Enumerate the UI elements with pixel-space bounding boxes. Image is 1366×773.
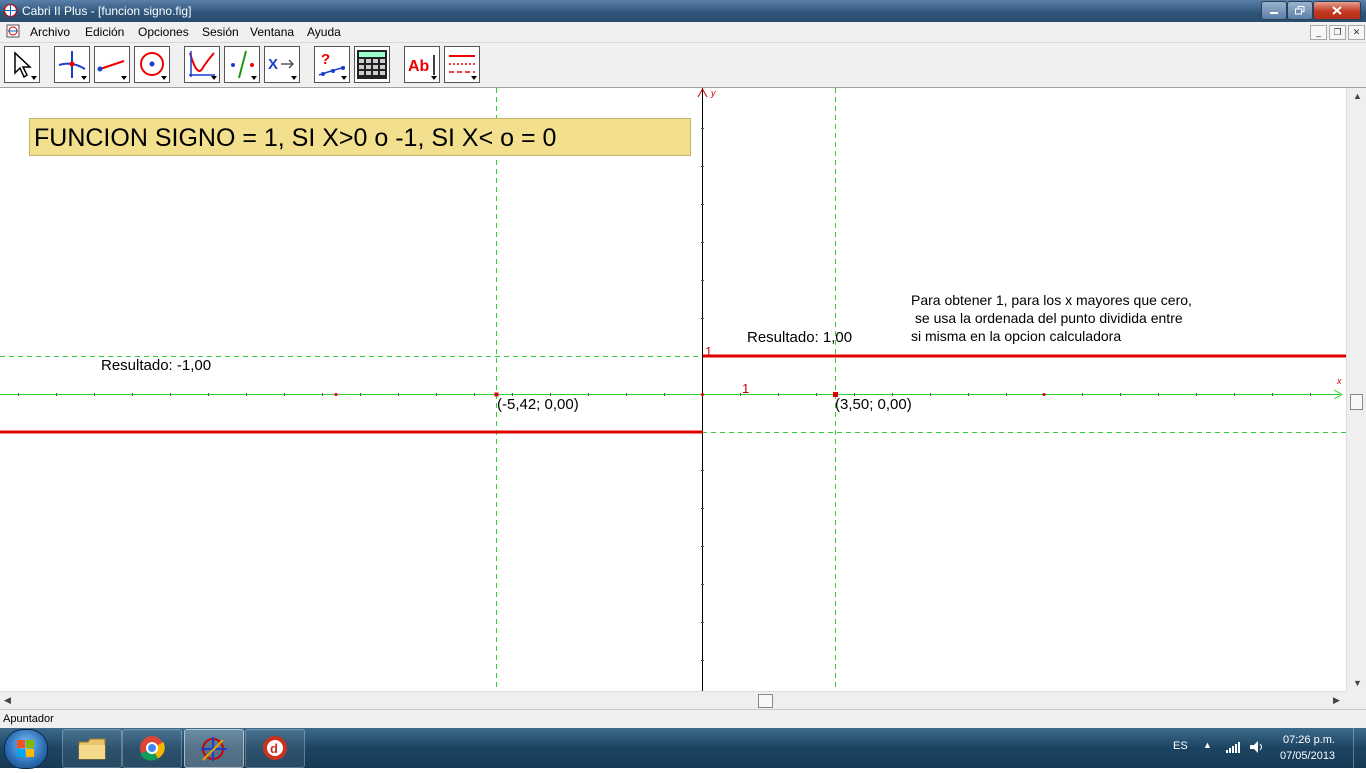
- axis-point-marker[interactable]: [1042, 393, 1046, 396]
- dropdown-icon: [431, 76, 437, 80]
- dreamweaver-icon: d: [263, 736, 287, 760]
- svg-text:Ab: Ab: [408, 58, 430, 75]
- menu-sesion[interactable]: Sesión: [202, 25, 239, 39]
- menu-opciones[interactable]: Opciones: [138, 25, 189, 39]
- attributes-tool[interactable]: [444, 46, 480, 83]
- y-unit-label: 1: [705, 344, 713, 359]
- scroll-up-icon[interactable]: ▲: [1353, 91, 1362, 101]
- status-bar: Apuntador: [0, 709, 1366, 728]
- close-icon: ✕: [1352, 27, 1361, 37]
- point-left-coordinates[interactable]: (-5,42; 0,00): [497, 396, 579, 413]
- note-line: si misma en la opcion calculadora: [911, 328, 1122, 344]
- status-text: Apuntador: [3, 713, 54, 725]
- dropdown-icon: [31, 76, 37, 80]
- menu-archivo[interactable]: Archivo: [30, 25, 70, 39]
- document-icon[interactable]: [6, 24, 20, 38]
- vertical-scrollbar[interactable]: ▲ ▼: [1346, 88, 1366, 691]
- scroll-down-icon[interactable]: ▼: [1353, 678, 1362, 688]
- calculator-icon: [357, 50, 387, 79]
- horizontal-scroll-thumb[interactable]: [758, 694, 773, 708]
- result-left[interactable]: Resultado: -1,00: [101, 357, 211, 374]
- start-button[interactable]: [4, 729, 48, 769]
- properties-tool[interactable]: ?: [314, 46, 350, 83]
- volume-icon[interactable]: [1249, 740, 1265, 754]
- doc-minimize-button[interactable]: _: [1310, 25, 1327, 40]
- restore-button[interactable]: [1287, 1, 1313, 20]
- horizontal-scrollbar[interactable]: ◀ ▶: [0, 691, 1346, 709]
- taskbar-cabri[interactable]: [184, 729, 244, 768]
- menu-bar: Archivo Edición Opciones Sesión Ventana …: [0, 22, 1366, 43]
- note-line: se usa la ordenada del punto dividida en…: [911, 310, 1183, 326]
- svg-text:?: ?: [321, 51, 330, 68]
- dropdown-icon: [341, 76, 347, 80]
- dropdown-icon: [161, 76, 167, 80]
- svg-text:X: X: [268, 56, 278, 73]
- window-title: Cabri II Plus - [funcion signo.fig]: [22, 4, 192, 18]
- scroll-right-icon[interactable]: ▶: [1333, 695, 1340, 706]
- folder-icon: [78, 738, 106, 760]
- result-right[interactable]: Resultado: 1,00: [747, 329, 852, 346]
- curves-tool[interactable]: [134, 46, 170, 83]
- doc-close-button[interactable]: ✕: [1348, 25, 1365, 40]
- display-tool[interactable]: Ab: [404, 46, 440, 83]
- drawing-area[interactable]: FUNCION SIGNO = 1, SI X>0 o -1, SI X< o …: [0, 88, 1346, 691]
- title-bar[interactable]: Cabri II Plus - [funcion signo.fig]: [0, 0, 1366, 22]
- points-tool[interactable]: [54, 46, 90, 83]
- svg-text:d: d: [270, 741, 278, 756]
- x-axis-label: x: [1337, 376, 1342, 386]
- transformations-tool[interactable]: [224, 46, 260, 83]
- menu-edicion[interactable]: Edición: [85, 25, 124, 39]
- dropdown-icon: [121, 76, 127, 80]
- restore-icon: [1295, 6, 1305, 15]
- cabri-app-icon: [3, 3, 18, 18]
- doc-restore-button[interactable]: ❐: [1329, 25, 1346, 40]
- cabri-icon: [201, 737, 227, 761]
- x-unit-label: 1: [742, 381, 750, 396]
- show-desktop-button[interactable]: [1353, 728, 1366, 768]
- origin-point[interactable]: [701, 393, 704, 396]
- minimize-icon: _: [1315, 27, 1321, 37]
- close-icon: [1332, 6, 1342, 15]
- network-icon[interactable]: [1225, 740, 1241, 754]
- clock-time[interactable]: 07:26 p.m.: [1283, 734, 1335, 746]
- measure-tool[interactable]: [354, 46, 390, 83]
- minimize-button[interactable]: [1261, 1, 1287, 20]
- minimize-icon: [1270, 11, 1278, 14]
- taskbar: d ES ▲ 07:26 p.m. 07/05/2013: [0, 728, 1366, 769]
- lines-tool[interactable]: [94, 46, 130, 83]
- vertical-scroll-thumb[interactable]: [1350, 394, 1363, 410]
- chrome-icon: [140, 736, 165, 761]
- pointer-tool[interactable]: [4, 46, 40, 83]
- constructions-tool[interactable]: [184, 46, 220, 83]
- taskbar-explorer[interactable]: [62, 729, 122, 768]
- windows-logo-icon: [17, 740, 34, 757]
- title-text-box[interactable]: FUNCION SIGNO = 1, SI X>0 o -1, SI X< o …: [29, 118, 691, 156]
- taskbar-dreamweaver[interactable]: d: [245, 729, 305, 768]
- dropdown-icon: [291, 76, 297, 80]
- system-tray: ES ▲ 07:26 p.m. 07/05/2013: [1165, 728, 1366, 768]
- dropdown-icon: [81, 76, 87, 80]
- explanation-note[interactable]: Para obtener 1, para los x mayores que c…: [911, 291, 1192, 345]
- geometry-svg: [0, 88, 1346, 691]
- dropdown-icon: [251, 76, 257, 80]
- y-axis-label: y: [711, 88, 716, 98]
- dropdown-icon: [471, 76, 477, 80]
- menu-ayuda[interactable]: Ayuda: [307, 25, 341, 39]
- scroll-left-icon[interactable]: ◀: [4, 695, 11, 706]
- restore-icon: ❐: [1333, 27, 1342, 37]
- menu-ventana[interactable]: Ventana: [250, 25, 294, 39]
- dropdown-icon: [211, 76, 217, 80]
- axis-point-marker[interactable]: [334, 393, 338, 396]
- scrollbar-corner: [1346, 691, 1366, 709]
- toolbar: X ? Ab: [0, 43, 1366, 88]
- language-indicator[interactable]: ES: [1173, 740, 1188, 752]
- show-hidden-icons-icon[interactable]: ▲: [1203, 740, 1212, 750]
- point-right-coordinates[interactable]: (3,50; 0,00): [835, 396, 912, 413]
- close-button[interactable]: [1313, 1, 1361, 20]
- note-line: Para obtener 1, para los x mayores que c…: [911, 292, 1192, 308]
- taskbar-chrome[interactable]: [122, 729, 182, 768]
- macro-tool[interactable]: X: [264, 46, 300, 83]
- clock-date[interactable]: 07/05/2013: [1280, 750, 1335, 762]
